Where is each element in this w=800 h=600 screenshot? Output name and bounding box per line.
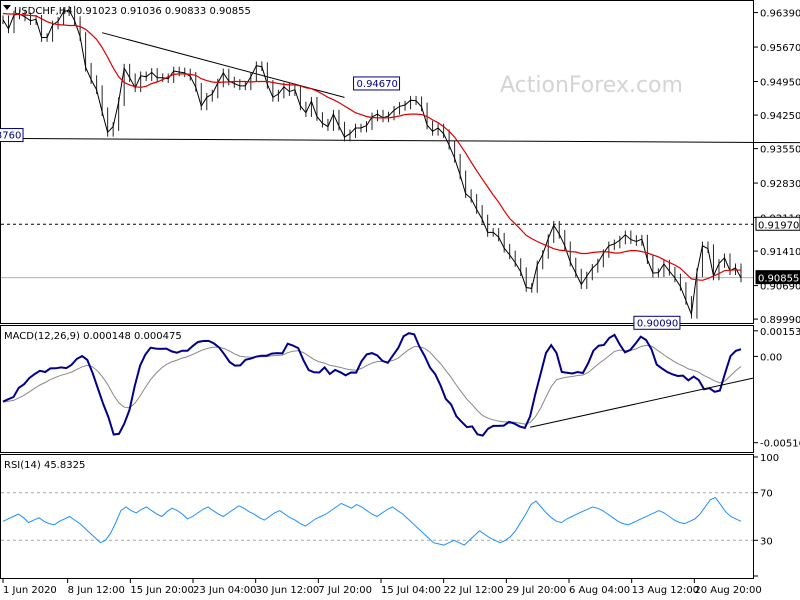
watermark: ActionForex.com	[500, 73, 683, 98]
time-tick-label: 20 Aug 20:00	[694, 585, 761, 596]
macd-tick-label: 0.00	[760, 352, 782, 363]
rsi-tick-label: 30	[760, 536, 773, 547]
price-axis-marker-label: 0.90855	[758, 274, 799, 285]
price-tick-label: 0.95670	[760, 43, 800, 54]
time-tick-label: 7 Jul 20:00	[318, 585, 372, 596]
price-tick-label: 0.91410	[760, 247, 800, 258]
rsi-tick-label: 70	[760, 489, 773, 500]
price-tick-label: 0.96390	[760, 9, 800, 20]
rsi-panel-title: RSI(14) 45.8325	[4, 460, 85, 471]
time-tick-label: 8 Jun 12:00	[68, 585, 125, 596]
time-tick-label: 15 Jun 20:00	[130, 585, 194, 596]
price-axis-marker-label: 0.91970	[758, 220, 799, 231]
rsi-tick-label: 100	[760, 453, 779, 464]
macd-tick-label: -0.005164	[760, 439, 800, 450]
price-tick-label: 0.94250	[760, 111, 800, 122]
time-tick-label: 6 Aug 04:00	[569, 585, 630, 596]
time-tick-label: 30 Jun 12:00	[256, 585, 320, 596]
usdchf-chart: ActionForex.com USDCHF,H4 0.91023 0.9103…	[0, 0, 800, 600]
price-annotation-label: 0.94670	[357, 79, 398, 90]
price-panel-title: USDCHF,H4 0.91023 0.91036 0.90833 0.9085…	[14, 6, 251, 17]
time-tick-label: 13 Aug 12:00	[632, 585, 699, 596]
price-tick-label: 0.93550	[760, 145, 800, 156]
price-annotation-label: 0.90090	[637, 318, 678, 329]
time-tick-label: 23 Jun 04:00	[193, 585, 257, 596]
price-tick-label: 0.89990	[760, 315, 800, 326]
price-tick-label: 0.92830	[760, 179, 800, 190]
macd-panel-title: MACD(12,26,9) 0.000148 0.000475	[4, 331, 182, 342]
time-tick-label: 29 Jul 20:00	[506, 585, 566, 596]
time-tick-label: 15 Jul 04:00	[381, 585, 441, 596]
macd-tick-label: 0.001532	[760, 327, 800, 338]
price-tick-label: 0.94950	[760, 78, 800, 89]
price-annotation-label: 0.93760	[0, 131, 21, 142]
time-tick-label: 22 Jul 12:00	[444, 585, 504, 596]
time-tick-label: 1 Jun 2020	[3, 585, 57, 596]
